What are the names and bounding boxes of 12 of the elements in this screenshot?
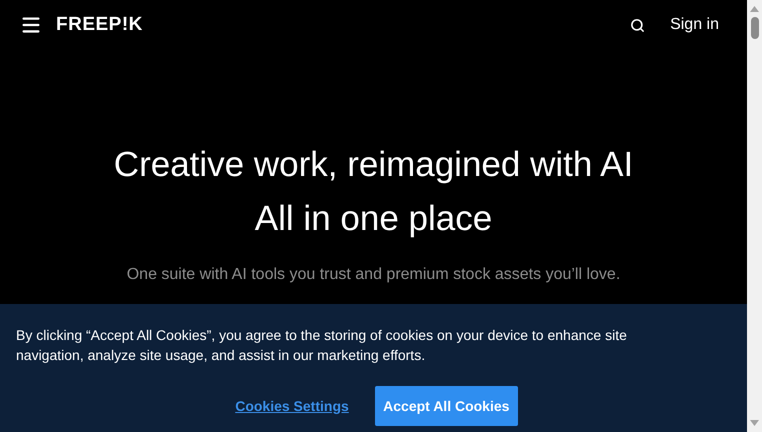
scroll-thumb[interactable] [750,17,758,39]
hero-title: Creative work, reimagined with AI [114,144,634,186]
sign-in-link[interactable]: Sign in [670,13,719,37]
scrollbar[interactable] [747,0,762,432]
logo[interactable]: FREEP!K [56,10,143,40]
scroll-down-icon[interactable] [750,420,759,426]
search-icon[interactable] [630,18,646,32]
cookie-text: By clicking “Accept All Cookies”, you agree to the storing of cookies on your device to enhance site navigation, analyze site usage, and assist in our marketing efforts. [16,326,628,365]
hero-subtitle: One suite with AI tools you trust and premium stock assets you’ll love. [126,265,620,285]
hero-title: All in one place [254,198,492,240]
scroll-up-icon[interactable] [750,6,759,12]
cookies-settings-link[interactable]: Cookies Settings [235,396,349,416]
